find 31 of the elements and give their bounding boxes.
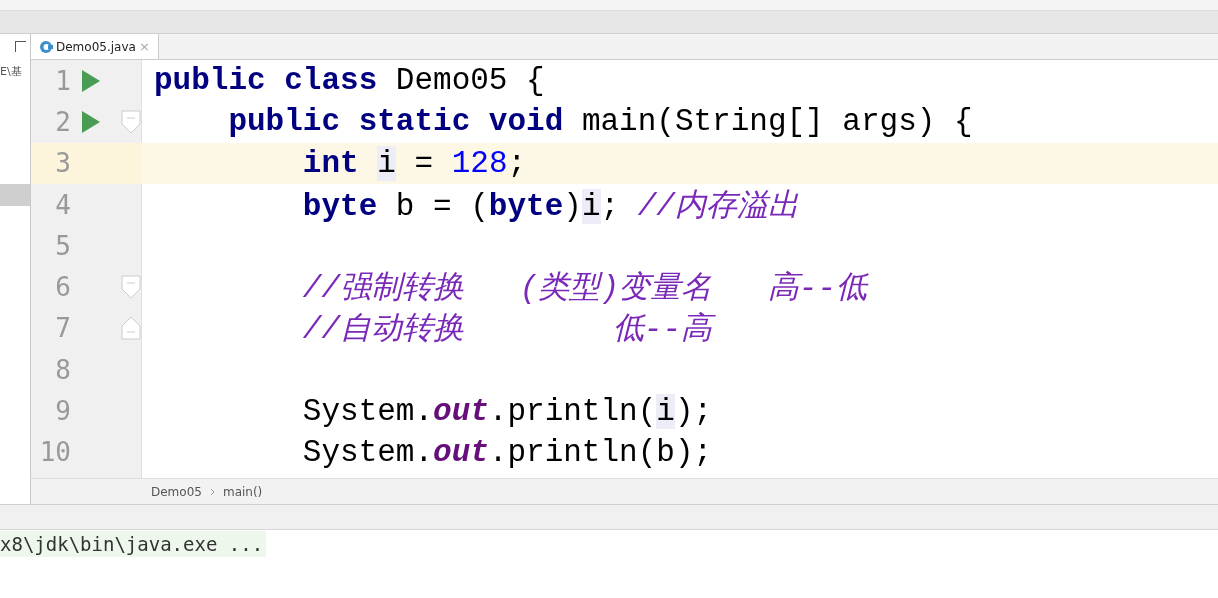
code-line: //强制转换 (类型)变量名 高--低	[301, 271, 868, 307]
line-number: 7	[54, 313, 71, 344]
code-line: byte b = (byte)i; //内存溢出	[301, 188, 799, 224]
console-output: x8\jdk\bin\java.exe ...	[0, 531, 267, 557]
fold-icon[interactable]	[121, 275, 141, 300]
code-line: System.out.println(i);	[301, 393, 713, 429]
code-line: int i = 128;	[301, 145, 527, 181]
line-number: 9	[54, 396, 71, 426]
class-icon	[39, 39, 53, 54]
chevron-icon	[209, 487, 215, 496]
code-line: System.out.println(b);	[301, 434, 713, 470]
breadcrumb[interactable]: main()	[222, 484, 263, 499]
run-icon[interactable]	[82, 69, 100, 92]
code-line: public class Demo05 {	[154, 63, 545, 99]
line-number: 3	[54, 148, 71, 179]
file-tab[interactable]: Demo05.java ×	[31, 34, 159, 59]
line-number: 8	[54, 354, 71, 385]
line-number: 5	[54, 230, 71, 261]
selected-tree-row[interactable]	[0, 184, 30, 206]
line-number: 10	[38, 437, 71, 468]
code-line: public static void main(String[] args) {	[227, 104, 973, 140]
collapse-icon[interactable]	[15, 40, 26, 52]
line-number: 1	[54, 65, 71, 96]
fold-icon[interactable]	[121, 109, 141, 134]
line-number: 6	[54, 272, 71, 303]
line-number: 2	[54, 106, 71, 137]
breadcrumb[interactable]: Demo05	[151, 484, 202, 499]
line-number: 4	[54, 189, 71, 220]
run-icon[interactable]	[82, 110, 100, 133]
fold-icon[interactable]	[121, 316, 141, 341]
project-path: E\基	[0, 64, 23, 79]
